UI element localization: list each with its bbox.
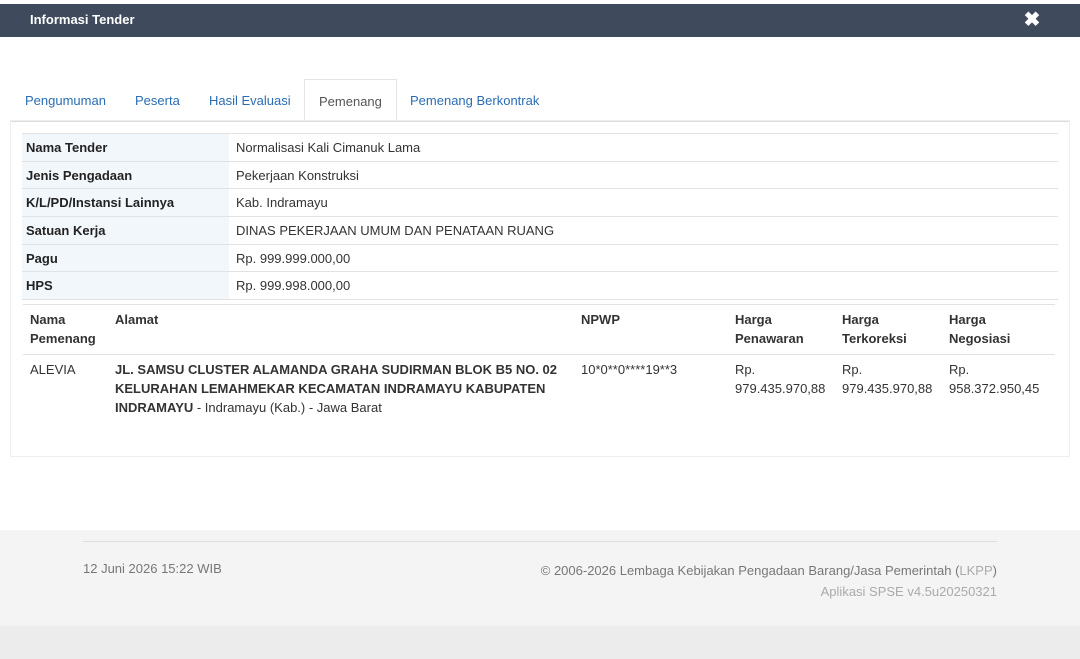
winner-offer: Rp. 979.435.970,88	[735, 362, 826, 396]
bottom-strip	[0, 626, 1080, 659]
close-icon[interactable]: ✖	[1022, 9, 1042, 31]
winner-name: ALEVIA	[30, 362, 76, 377]
winner-corrected: Rp. 979.435.970,88	[842, 362, 933, 396]
info-value: Kab. Indramayu	[229, 188, 1058, 217]
info-label: Jenis Pengadaan	[22, 160, 229, 189]
info-value: Rp. 999.998.000,00	[229, 271, 1058, 301]
col-header-npwp: NPWP	[574, 304, 728, 355]
footer-copyright: © 2006-2026 Lembaga Kebijakan Pengadaan …	[541, 563, 997, 578]
tab-hasil-evaluasi[interactable]: Hasil Evaluasi	[195, 79, 305, 122]
info-row: HPS Rp. 999.998.000,00	[22, 271, 1058, 301]
info-label: Nama Tender	[22, 133, 229, 162]
tab-pengumuman[interactable]: Pengumuman	[11, 79, 120, 122]
footer-version: Aplikasi SPSE v4.5u20250321	[820, 584, 997, 599]
copyright-text: © 2006-2026 Lembaga Kebijakan Pengadaan …	[540, 563, 960, 578]
col-header-negotiated: Harga Negosiasi	[942, 304, 1055, 355]
col-header-name: Nama Pemenang	[23, 304, 108, 355]
footer-divider	[83, 541, 997, 542]
tab-bar: Pengumuman Peserta Hasil Evaluasi Pemena…	[11, 79, 1069, 123]
info-label: Satuan Kerja	[22, 216, 229, 245]
winner-negotiated: Rp. 958.372.950,45	[949, 362, 1040, 396]
info-row: Nama Tender Normalisasi Kali Cimanuk Lam…	[22, 133, 1058, 162]
footer-date: 12 Juni 2026 15:22 WIB	[83, 561, 222, 576]
winners-table: Nama Pemenang Alamat NPWP Harga Penawara…	[23, 304, 1055, 422]
tender-info-table: Nama Tender Normalisasi Kali Cimanuk Lam…	[22, 133, 1058, 301]
info-label: HPS	[22, 271, 229, 301]
tab-peserta[interactable]: Peserta	[121, 79, 194, 122]
copyright-suffix: )	[992, 563, 997, 578]
lkpp-link[interactable]: LKPP	[959, 563, 992, 578]
col-header-address: Alamat	[108, 304, 574, 355]
info-value: Rp. 999.999.000,00	[229, 243, 1058, 272]
winner-address: JL. SAMSU CLUSTER ALAMANDA GRAHA SUDIRMA…	[108, 355, 574, 423]
info-label: K/L/PD/Instansi Lainnya	[22, 188, 229, 217]
info-row: K/L/PD/Instansi Lainnya Kab. Indramayu	[22, 188, 1058, 217]
col-header-offer: Harga Penawaran	[728, 304, 835, 355]
winner-address-region: - Indramayu (Kab.) - Jawa Barat	[193, 400, 382, 415]
tab-pemenang[interactable]: Pemenang	[304, 79, 397, 123]
modal-header: Informasi Tender ✖	[0, 4, 1080, 37]
tab-pemenang-berkontrak[interactable]: Pemenang Berkontrak	[396, 79, 553, 122]
footer: 12 Juni 2026 15:22 WIB © 2006-2026 Lemba…	[0, 530, 1080, 626]
info-value: Normalisasi Kali Cimanuk Lama	[229, 133, 1058, 162]
info-label: Pagu	[22, 243, 229, 272]
col-header-corrected: Harga Terkoreksi	[835, 304, 942, 355]
info-value: Pekerjaan Konstruksi	[229, 160, 1058, 189]
info-row: Jenis Pengadaan Pekerjaan Konstruksi	[22, 160, 1058, 189]
info-row: Pagu Rp. 999.999.000,00	[22, 243, 1058, 272]
winner-npwp: 10*0**0****19**3	[581, 362, 678, 377]
info-value: DINAS PEKERJAAN UMUM DAN PENATAAN RUANG	[229, 216, 1058, 245]
info-row: Satuan Kerja DINAS PEKERJAAN UMUM DAN PE…	[22, 216, 1058, 245]
winners-header-row: Nama Pemenang Alamat NPWP Harga Penawara…	[23, 304, 1055, 355]
table-row: ALEVIA JL. SAMSU CLUSTER ALAMANDA GRAHA …	[23, 355, 1055, 423]
modal-title: Informasi Tender	[30, 12, 135, 27]
